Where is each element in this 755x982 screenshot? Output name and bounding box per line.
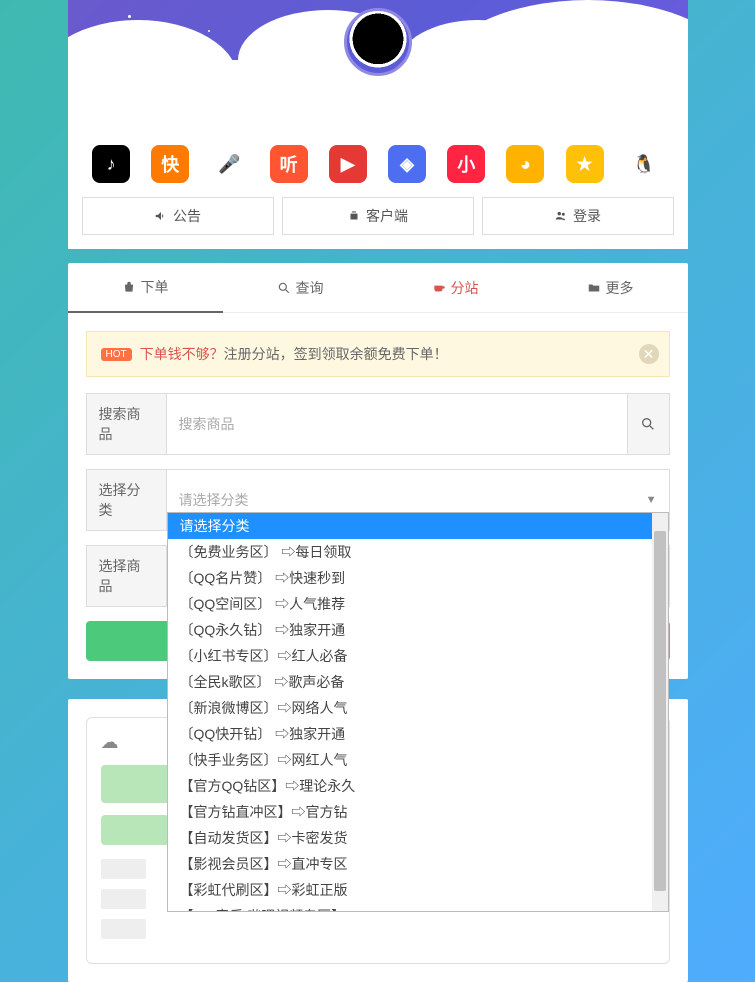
quanmin-icon[interactable]: 🎤 (210, 145, 248, 183)
dropdown-item[interactable]: 〔快手业务区〕⇨网红人气 (168, 747, 652, 773)
dropdown-item[interactable]: 请选择分类 (168, 513, 652, 539)
dropdown-item[interactable]: 〔全民k歌区〕 ⇨歌声必备 (168, 669, 652, 695)
tab-label: 更多 (606, 278, 634, 298)
category-label: 选择分类 (87, 470, 167, 530)
login-button[interactable]: 登录 (482, 197, 674, 235)
tencent-icon[interactable]: ◈ (388, 145, 426, 183)
tab-query[interactable]: 查询 (223, 263, 378, 313)
video1-icon[interactable]: ▶ (329, 145, 367, 183)
alert-banner: HOT 下单钱不够？注册分站，签到领取余额免费下单！ ✕ (86, 331, 670, 377)
dropdown-item[interactable]: 【彩虹代刷区】⇨彩虹正版 (168, 877, 652, 903)
nav-label: 公告 (173, 206, 201, 226)
app8-icon[interactable]: ◕ (506, 145, 544, 183)
tab-substation[interactable]: 分站 (378, 263, 533, 313)
dropdown-item[interactable]: 〔QQ永久钻〕 ⇨独家开通 (168, 617, 652, 643)
search-row: 搜索商品 (86, 393, 670, 455)
qzone-icon[interactable]: ★ (566, 145, 604, 183)
category-dropdown: 请选择分类〔免费业务区〕 ⇨每日领取〔QQ名片赞〕 ⇨快速秒到〔QQ空间区〕 ⇨… (167, 512, 669, 912)
dropdown-item[interactable]: 【QQ音乐/哔哩视频专区】 (168, 903, 652, 911)
douyin-icon[interactable]: ♪ (92, 145, 130, 183)
xiaohongshu-icon[interactable]: 小 (447, 145, 485, 183)
nav-label: 登录 (573, 206, 601, 226)
close-icon[interactable]: ✕ (639, 344, 659, 364)
dropdown-item[interactable]: 【自动发货区】⇨卡密发货 (168, 825, 652, 851)
category-row: 选择分类 请选择分类 ▼ 请选择分类〔免费业务区〕 ⇨每日领取〔QQ名片赞〕 ⇨… (86, 469, 670, 531)
kuaishou-icon[interactable]: 快 (151, 145, 189, 183)
placeholder-line (101, 889, 146, 909)
search-icon (640, 416, 656, 432)
dropdown-item[interactable]: 〔新浪微博区〕⇨网络人气 (168, 695, 652, 721)
users-icon (554, 209, 568, 223)
dropdown-item[interactable]: 〔QQ快开钻〕 ⇨独家开通 (168, 721, 652, 747)
dropdown-item[interactable]: 【影视会员区】⇨直冲专区 (168, 851, 652, 877)
hot-badge: HOT (101, 348, 132, 361)
android-icon (347, 209, 361, 223)
megaphone-icon (154, 209, 168, 223)
dropdown-item[interactable]: 【官方QQ钻区】⇨理论永久 (168, 773, 652, 799)
placeholder-block (101, 815, 169, 845)
tab-order[interactable]: 下单 (68, 263, 223, 313)
coffee-icon (432, 281, 446, 295)
tab-label: 查询 (296, 278, 324, 298)
nav-bar: 公告 客户端 登录 (68, 189, 688, 249)
product-label: 选择商品 (87, 546, 167, 606)
search-button[interactable] (627, 394, 669, 454)
search-input[interactable] (167, 394, 627, 454)
dropdown-item[interactable]: 【官方钻直冲区】⇨官方钻 (168, 799, 652, 825)
ximalaya-icon[interactable]: 听 (270, 145, 308, 183)
avatar (344, 8, 412, 76)
dropdown-item[interactable]: 〔小红书专区〕⇨红人必备 (168, 643, 652, 669)
client-button[interactable]: 客户端 (282, 197, 474, 235)
search-label: 搜索商品 (87, 394, 167, 454)
tab-more[interactable]: 更多 (533, 263, 688, 313)
dropdown-item[interactable]: 〔QQ空间区〕 ⇨人气推荐 (168, 591, 652, 617)
app-icons-row: ♪ 快 🎤 听 ▶ ◈ 小 ◕ ★ 🐧 (68, 135, 688, 189)
dropdown-item[interactable]: 〔QQ名片赞〕 ⇨快速秒到 (168, 565, 652, 591)
alert-text: 下单钱不够？注册分站，签到领取余额免费下单！ (140, 344, 448, 364)
placeholder-line (101, 919, 146, 939)
tab-bar: 下单 查询 分站 更多 (68, 263, 688, 313)
placeholder-line (101, 859, 146, 879)
qq-icon[interactable]: 🐧 (625, 145, 663, 183)
announce-button[interactable]: 公告 (82, 197, 274, 235)
header-banner (68, 0, 688, 135)
tab-label: 下单 (141, 277, 169, 297)
bag-icon (122, 280, 136, 294)
folder-icon (587, 281, 601, 295)
nav-label: 客户端 (366, 206, 408, 226)
scrollbar[interactable] (652, 513, 668, 911)
main-card: 下单 查询 分站 更多 HOT 下单钱不够？注册分站，签到领取余额免费下单！ (68, 263, 688, 679)
tab-label: 分站 (451, 278, 479, 298)
chevron-down-icon: ▼ (646, 494, 657, 506)
search-icon (277, 281, 291, 295)
dropdown-item[interactable]: 〔免费业务区〕 ⇨每日领取 (168, 539, 652, 565)
